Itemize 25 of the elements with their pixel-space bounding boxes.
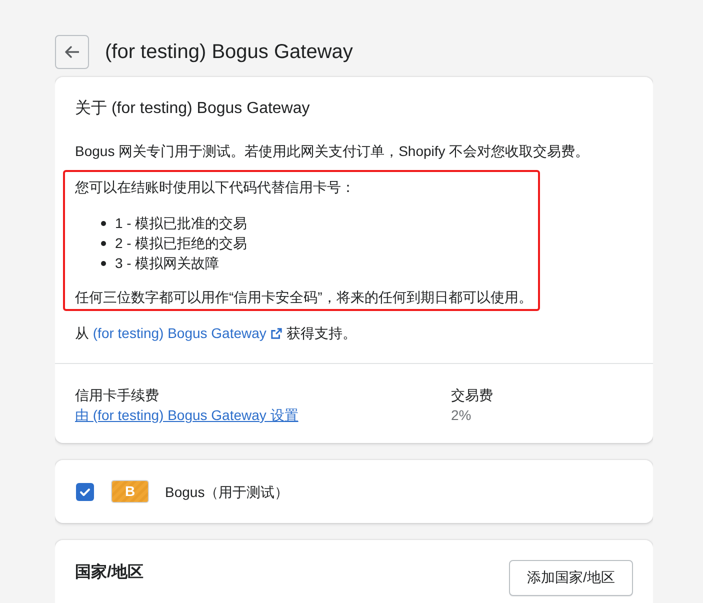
fee-settings-link[interactable]: 由 (for testing) Bogus Gateway 设置 <box>75 405 298 425</box>
payment-method-name: Bogus（用于测试） <box>165 482 289 502</box>
gateway-logo: B <box>111 480 149 503</box>
fee-value: 2% <box>451 406 472 425</box>
instructions-intro: 您可以在结账时使用以下代码代替信用卡号： <box>75 178 356 197</box>
add-region-button[interactable]: 添加国家/地区 <box>509 560 633 596</box>
fee-label: 交易费 <box>451 386 493 405</box>
section-heading: 国家/地区 <box>75 562 144 583</box>
bullet-icon <box>101 260 106 266</box>
support-link[interactable]: (for testing) Bogus Gateway <box>92 325 282 341</box>
checkbox[interactable] <box>76 482 94 500</box>
bullet-icon <box>101 220 106 226</box>
card-heading: 关于 (for testing) Bogus Gateway <box>75 98 311 119</box>
fee-label: 信用卡手续费 <box>75 386 159 405</box>
back-arrow-icon <box>65 46 79 58</box>
page-title: (for testing) Bogus Gateway <box>105 40 353 65</box>
bullet-icon <box>101 240 106 246</box>
support-text: 从 (for testing) Bogus Gateway 获得支持。 <box>75 324 358 343</box>
description-text: Bogus 网关专门用于测试。若使用此网关支付订单，Shopify 不会对您收取交易费。 <box>75 142 590 161</box>
instructions-note: 任何三位数字都可以用作“信用卡安全码”，将来的任何到期日都可以使用。 <box>75 288 532 307</box>
test-code-item: 2 - 模拟已拒绝的交易 <box>115 234 248 253</box>
test-code-item: 3 - 模拟网关故障 <box>115 254 220 273</box>
back-button[interactable] <box>55 35 89 69</box>
test-code-item: 1 - 模拟已批准的交易 <box>115 214 248 233</box>
external-link-icon <box>271 328 282 339</box>
